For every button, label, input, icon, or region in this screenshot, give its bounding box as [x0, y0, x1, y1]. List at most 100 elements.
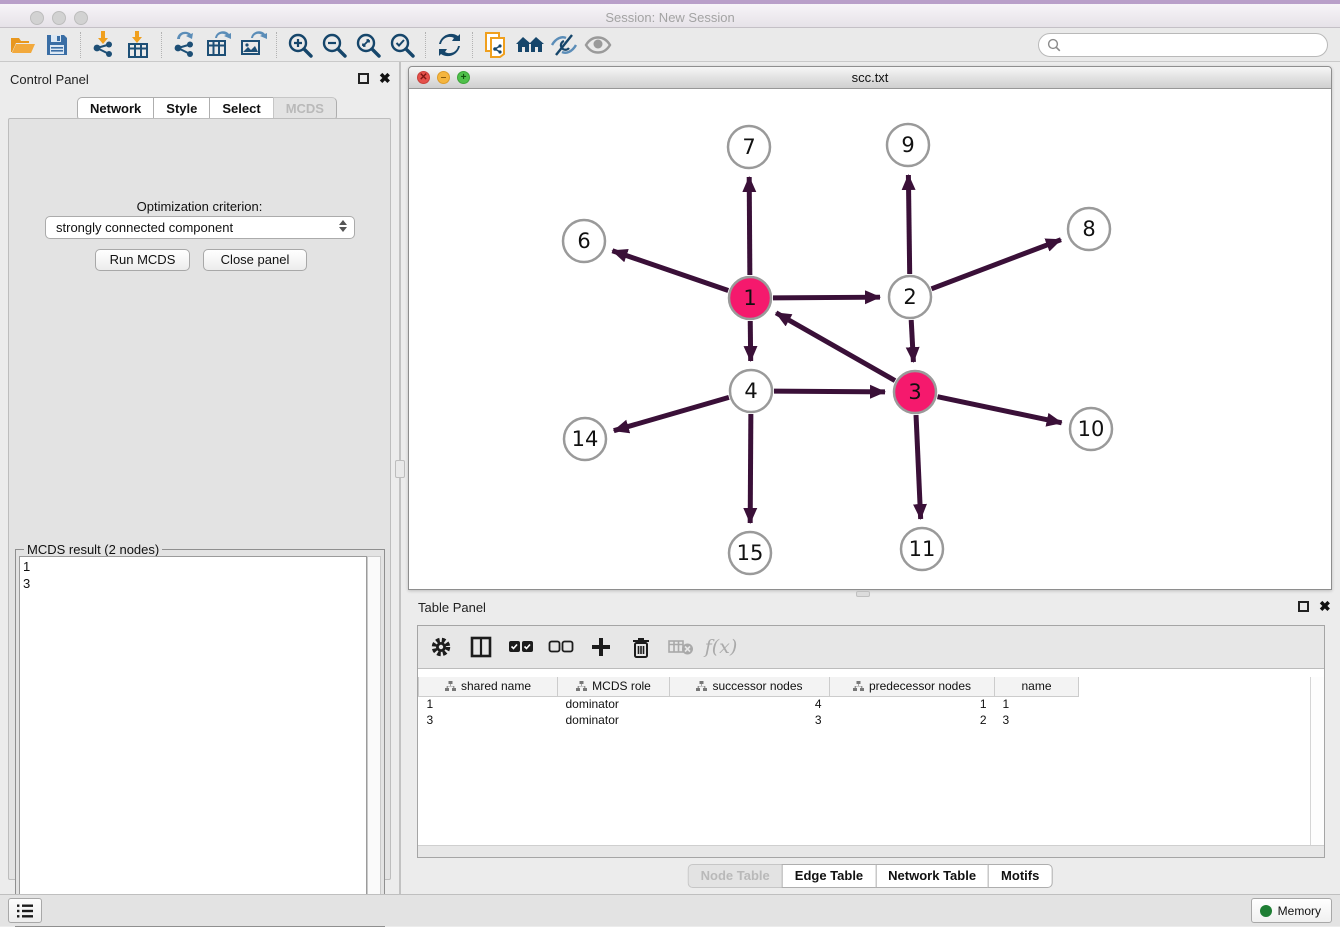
graph-node-2[interactable]: 2	[889, 276, 931, 318]
graph-node-3[interactable]: 3	[894, 371, 936, 413]
float-panel-icon[interactable]	[358, 73, 369, 84]
table-cell[interactable]: 4	[670, 696, 830, 712]
delete-column-icon[interactable]	[628, 634, 654, 660]
mcds-result-scrollbar[interactable]	[367, 556, 381, 923]
edge-3-11[interactable]	[916, 415, 921, 519]
task-history-button[interactable]	[8, 898, 42, 923]
select-all-checkboxes-icon[interactable]	[508, 634, 534, 660]
node-label: 15	[737, 541, 764, 565]
settings-gear-icon[interactable]	[428, 634, 454, 660]
table-cell[interactable]: 1	[995, 696, 1079, 712]
control-panel-title: Control Panel	[10, 72, 89, 87]
search-input[interactable]	[1061, 38, 1327, 52]
network-window-titlebar[interactable]: ✕ – + scc.txt	[409, 67, 1331, 89]
edge-4-14[interactable]	[614, 397, 729, 430]
close-panel-icon[interactable]: ✖	[379, 73, 391, 84]
zoom-out-icon[interactable]	[317, 30, 351, 60]
column-header-MCDS-role[interactable]: MCDS role	[558, 677, 670, 696]
edge-2-3[interactable]	[911, 320, 913, 362]
zoom-in-icon[interactable]	[283, 30, 317, 60]
close-panel-icon[interactable]: ✖	[1319, 601, 1331, 612]
zoom-fit-icon[interactable]	[351, 30, 385, 60]
edge-2-9[interactable]	[908, 175, 909, 274]
tab-node-table[interactable]: Node Table	[688, 864, 782, 888]
column-header-shared-name[interactable]: shared name	[419, 677, 558, 696]
graph-node-1[interactable]: 1	[729, 277, 771, 319]
graph-node-11[interactable]: 11	[901, 528, 943, 570]
graph-node-6[interactable]: 6	[563, 220, 605, 262]
graph-node-7[interactable]: 7	[728, 126, 770, 168]
delete-table-icon[interactable]	[668, 634, 694, 660]
table-cell[interactable]: 3	[670, 712, 830, 728]
main-toolbar	[0, 28, 1340, 62]
edge-2-8[interactable]	[932, 240, 1061, 289]
graph-node-4[interactable]: 4	[730, 370, 772, 412]
tab-network-table[interactable]: Network Table	[875, 864, 988, 888]
table-cell[interactable]: 3	[995, 712, 1079, 728]
table-cell[interactable]: dominator	[558, 696, 670, 712]
edge-4-15[interactable]	[750, 414, 751, 523]
graph-node-14[interactable]: 14	[564, 418, 606, 460]
export-table-icon[interactable]	[202, 30, 236, 60]
table-row[interactable]: 3dominator323	[419, 712, 1079, 728]
column-header-name[interactable]: name	[995, 677, 1079, 696]
export-network-icon[interactable]	[168, 30, 202, 60]
hierarchy-icon	[853, 681, 864, 691]
app-title: Session: New Session	[0, 10, 1340, 25]
memory-button[interactable]: Memory	[1251, 898, 1332, 923]
edge-1-7[interactable]	[749, 177, 750, 275]
show-column-icon[interactable]	[468, 634, 494, 660]
graph-node-15[interactable]: 15	[729, 532, 771, 574]
clone-network-icon[interactable]	[479, 30, 513, 60]
apply-layout-icon[interactable]	[432, 30, 466, 60]
edge-1-6[interactable]	[612, 251, 728, 291]
control-panel: Control Panel ✖ NetworkStyleSelectMCDS O…	[0, 62, 399, 894]
zoom-selected-icon[interactable]	[385, 30, 419, 60]
search-box[interactable]	[1038, 33, 1328, 57]
table-tabs: Node TableEdge TableNetwork TableMotifs	[688, 864, 1053, 888]
node-label: 2	[903, 285, 916, 309]
column-header-predecessor-nodes[interactable]: predecessor nodes	[830, 677, 995, 696]
table-cell[interactable]: 2	[830, 712, 995, 728]
table-cell[interactable]: dominator	[558, 712, 670, 728]
table-cell[interactable]: 3	[419, 712, 558, 728]
vertical-splitter-handle[interactable]	[395, 460, 405, 478]
graph-node-8[interactable]: 8	[1068, 208, 1110, 250]
tab-edge-table[interactable]: Edge Table	[782, 864, 875, 888]
table-vertical-scrollbar[interactable]	[1310, 677, 1324, 845]
control-panel-window-buttons: ✖	[358, 73, 391, 84]
tab-motifs[interactable]: Motifs	[988, 864, 1052, 888]
import-table-icon[interactable]	[121, 30, 155, 60]
save-session-icon[interactable]	[40, 30, 74, 60]
graph-node-9[interactable]: 9	[887, 124, 929, 166]
open-session-icon[interactable]	[6, 30, 40, 60]
table-cell[interactable]: 1	[830, 696, 995, 712]
node-label: 11	[909, 537, 936, 561]
mcds-result-text[interactable]: 1 3	[19, 556, 367, 923]
close-panel-button[interactable]: Close panel	[203, 249, 307, 271]
vertical-splitter[interactable]	[399, 62, 401, 894]
status-bar: Memory	[0, 894, 1340, 926]
table-horizontal-scrollbar[interactable]	[418, 845, 1324, 857]
export-image-icon[interactable]	[236, 30, 270, 60]
optimization-criterion-label: Optimization criterion:	[9, 199, 390, 214]
first-neighbors-icon[interactable]	[513, 30, 547, 60]
column-header-successor-nodes[interactable]: successor nodes	[670, 677, 830, 696]
network-canvas[interactable]: 7 9 6 8 1 2 4 3 14 10 15 11	[409, 89, 1331, 589]
table-cell[interactable]: 1	[419, 696, 558, 712]
criterion-select[interactable]: strongly connected component	[45, 216, 355, 239]
hide-selected-icon[interactable]	[547, 30, 581, 60]
table-row[interactable]: 1dominator411	[419, 696, 1079, 712]
edge-1-2[interactable]	[773, 297, 880, 298]
graph-node-10[interactable]: 10	[1070, 408, 1112, 450]
add-column-icon[interactable]	[588, 634, 614, 660]
edge-3-1[interactable]	[776, 313, 895, 381]
deselect-all-checkboxes-icon[interactable]	[548, 634, 574, 660]
edge-3-10[interactable]	[938, 397, 1062, 423]
import-network-icon[interactable]	[87, 30, 121, 60]
show-all-icon[interactable]	[581, 30, 615, 60]
float-panel-icon[interactable]	[1298, 601, 1309, 612]
run-mcds-button[interactable]: Run MCDS	[95, 249, 190, 271]
function-builder-icon[interactable]: f(x)	[708, 634, 734, 660]
edge-4-3[interactable]	[774, 391, 885, 392]
